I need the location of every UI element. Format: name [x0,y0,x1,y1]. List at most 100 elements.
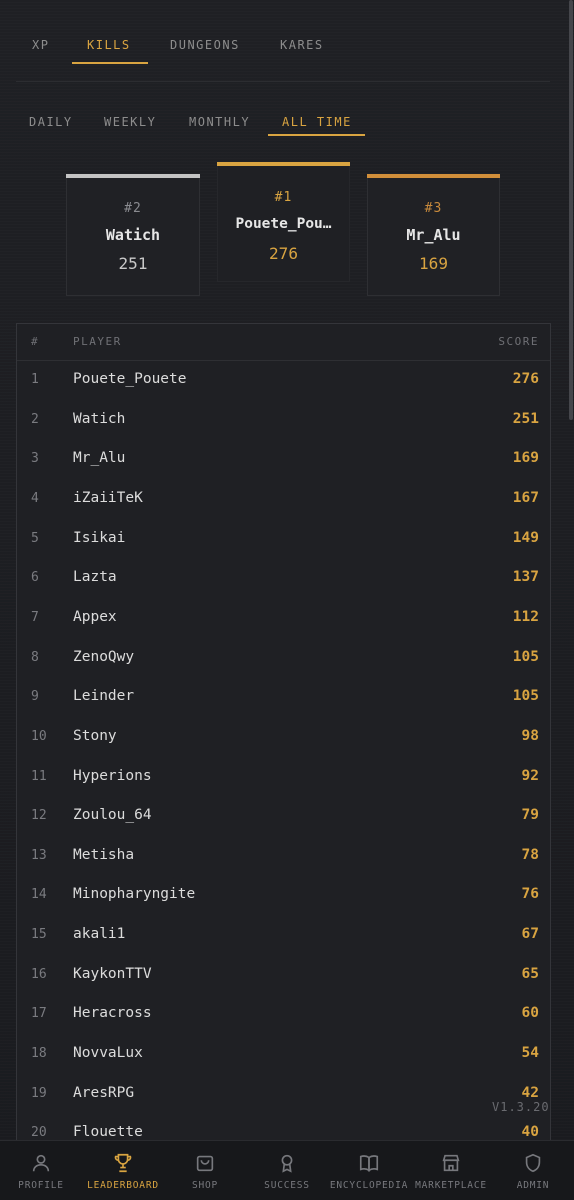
nav-shop[interactable]: SHOP [164,1141,246,1200]
rank-column-header: # [31,335,40,348]
table-row[interactable]: 8 ZenoQwy 105 [17,639,550,679]
player-name: AresRPG [73,1084,135,1101]
active-period-indicator [268,134,365,136]
store-icon [442,1154,460,1172]
score-cell: 112 [512,608,539,625]
podium-score: 169 [419,254,448,273]
nav-label: ENCYCLOPEDIA [329,1180,409,1191]
rank-cell: 3 [31,451,39,467]
player-name: Hyperions [73,767,152,784]
rank-cell: 16 [31,966,47,982]
bottom-nav: PROFILE LEADERBOARD SHOP SUCCESS ENCYCLO… [0,1140,574,1200]
bronze-bar [367,174,500,178]
score-cell: 169 [512,450,539,467]
nav-label: SUCCESS [264,1180,310,1191]
score-cell: 167 [512,489,539,506]
podium-rank: #3 [424,201,443,216]
table-row[interactable]: 5 Isikai 149 [17,520,550,560]
table-row[interactable]: 13 Metisha 78 [17,837,550,877]
player-name: Zoulou_64 [73,807,152,824]
nav-profile[interactable]: PROFILE [0,1141,82,1200]
rank-cell: 17 [31,1006,47,1022]
score-cell: 54 [521,1045,539,1062]
player-name: Stony [73,727,117,744]
score-cell: 65 [521,965,539,982]
podium-score: 251 [118,254,148,273]
score-cell: 105 [512,688,539,705]
table-row[interactable]: 12 Zoulou_64 79 [17,797,550,837]
nav-marketplace[interactable]: MARKETPLACE [410,1141,492,1200]
player-name: Heracross [73,1005,152,1022]
user-icon [32,1154,50,1172]
player-name: Leinder [73,688,135,705]
rank-cell: 1 [31,372,39,387]
score-cell: 149 [512,529,539,546]
tab-kills[interactable]: KILLS [87,38,131,52]
book-icon [359,1155,379,1172]
tab-monthly[interactable]: MONTHLY [189,115,250,129]
table-row[interactable]: 10 Stony 98 [17,718,550,758]
table-row[interactable]: 16 KaykonTTV 65 [17,956,550,996]
player-name: iZaiiTeK [73,489,143,506]
table-row[interactable]: 7 Appex 112 [17,599,550,639]
table-row[interactable]: 3 Mr_Alu 169 [17,440,550,480]
nav-label: SHOP [191,1180,219,1191]
nav-encyclopedia[interactable]: ENCYCLOPEDIA [328,1141,410,1200]
podium-third[interactable]: #3 Mr_Alu 169 [367,174,500,296]
nav-success[interactable]: SUCCESS [246,1141,328,1200]
score-cell: 92 [521,767,539,784]
player-name: Lazta [73,569,117,586]
score-cell: 60 [521,1005,539,1022]
rank-cell: 11 [31,768,47,784]
player-name: ZenoQwy [73,648,135,665]
table-row[interactable]: 15 akali1 67 [17,916,550,956]
table-row[interactable]: 14 Minopharyngite 76 [17,876,550,916]
rank-cell: 12 [31,808,47,824]
podium-second[interactable]: #2 Watich 251 [66,174,200,296]
tab-dungeons[interactable]: DUNGEONS [170,38,240,52]
tab-kares[interactable]: KARES [280,38,324,52]
rank-cell: 13 [31,847,47,863]
rank-cell: 2 [31,411,39,427]
podium-name: Mr_Alu [406,226,461,244]
rank-cell: 4 [31,490,39,506]
table-row[interactable]: 1 Pouete_Pouete 276 [17,361,550,401]
leaderboard-table[interactable]: # PLAYER SCORE 1 Pouete_Pouete 276 2 Watich 2… [16,323,551,1153]
table-row[interactable]: 19 AresRPG 42 [17,1075,550,1115]
trophy-icon [114,1153,132,1173]
nav-leaderboard[interactable]: LEADERBOARD [82,1141,164,1200]
tab-all-time[interactable]: ALL TIME [282,115,352,129]
player-name: Isikai [73,529,126,546]
score-cell: 79 [521,807,539,824]
nav-label: MARKETPLACE [415,1180,487,1191]
podium-score: 276 [269,244,298,263]
table-row[interactable]: 2 Watich 251 [17,401,550,441]
table-row[interactable]: 18 NovvaLux 54 [17,1035,550,1075]
table-row[interactable]: 9 Leinder 105 [17,678,550,718]
scrollbar[interactable] [568,0,574,420]
silver-bar [66,174,200,178]
player-name: KaykonTTV [73,965,152,982]
tab-daily[interactable]: DAILY [29,115,73,129]
score-cell: 276 [512,371,539,387]
podium-rank: #2 [124,201,142,216]
table-row[interactable]: 4 iZaiiTeK 167 [17,480,550,520]
player-name: Watich [73,410,126,427]
version-label: V1.3.20 [492,1100,550,1114]
table-row[interactable]: 6 Lazta 137 [17,559,550,599]
scrollbar-thumb[interactable] [569,0,573,420]
player-name: akali1 [73,926,126,943]
score-cell: 105 [512,648,539,665]
rank-cell: 8 [31,649,39,665]
nav-label: LEADERBOARD [87,1180,159,1191]
shield-icon [525,1153,541,1173]
rank-cell: 14 [31,887,47,903]
player-name: Flouette [73,1124,143,1141]
table-row[interactable]: 17 Heracross 60 [17,995,550,1035]
podium-first[interactable]: #1 Pouete_Pou… 276 [217,162,350,282]
tab-xp[interactable]: XP [32,38,49,52]
tab-weekly[interactable]: WEEKLY [104,115,156,129]
table-row[interactable]: 11 Hyperions 92 [17,758,550,798]
nav-admin[interactable]: ADMIN [492,1141,574,1200]
podium-name: Pouete_Pou… [235,216,332,232]
